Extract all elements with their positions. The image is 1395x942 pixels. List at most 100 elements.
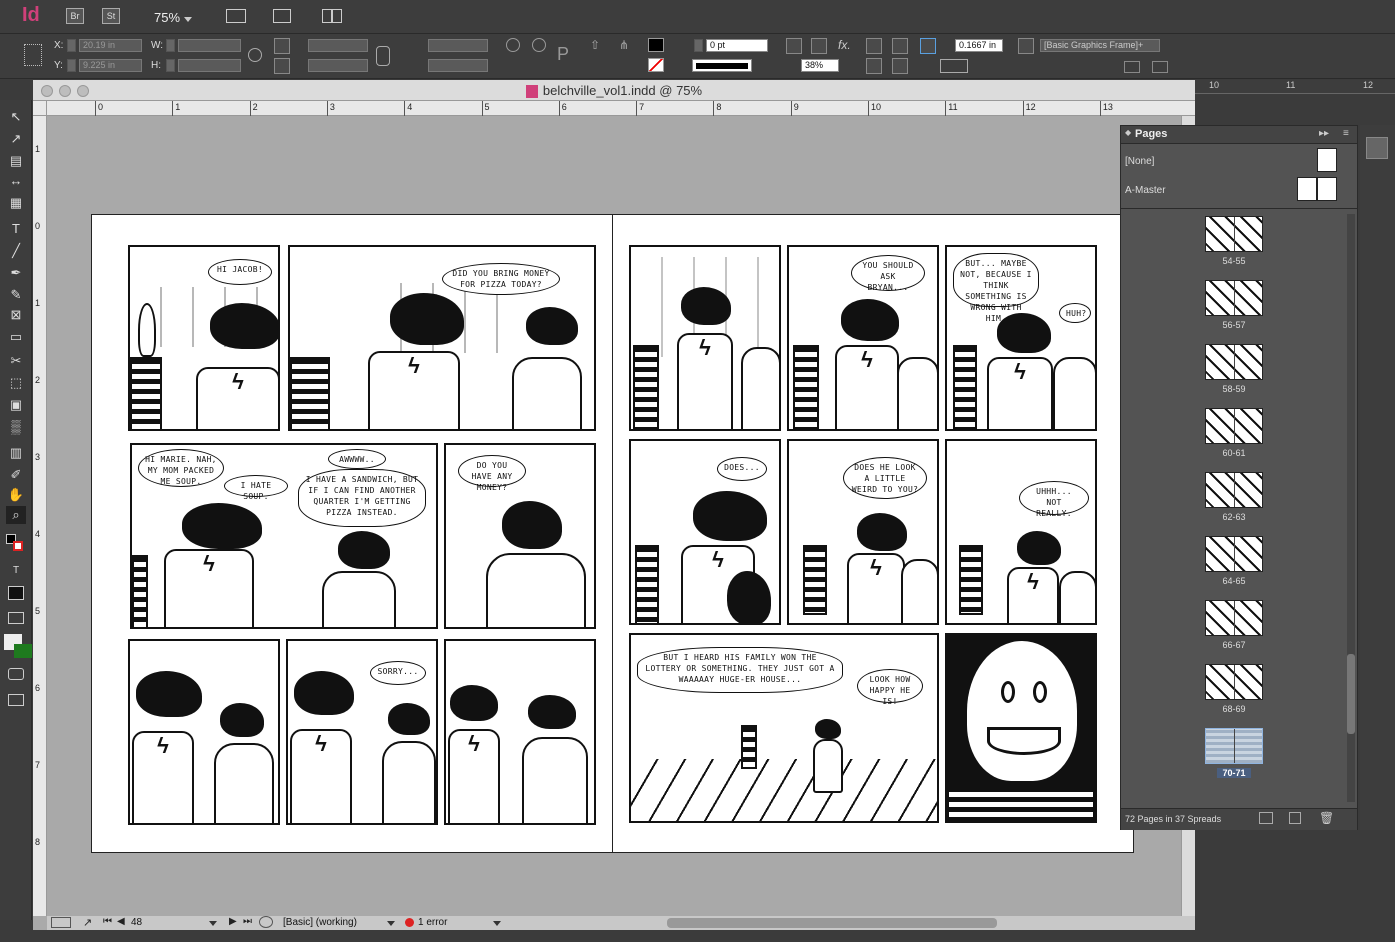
page-tool-icon[interactable]: ▤ [6, 152, 26, 170]
effects-fx-icon[interactable]: fx. [838, 38, 851, 52]
x-field[interactable]: 20.19 in [79, 39, 142, 52]
spread-thumbnail[interactable] [1205, 344, 1263, 380]
zoom-tool-icon[interactable]: ⌕ [6, 506, 26, 524]
edit-page-size-icon[interactable] [1259, 812, 1273, 824]
y-field[interactable]: 9.225 in [79, 59, 142, 72]
object-style-select[interactable]: [Basic Graphics Frame]+ [1040, 39, 1160, 52]
page-select-chevron[interactable] [209, 917, 217, 929]
master-none-thumb[interactable] [1317, 148, 1337, 172]
rotation-field[interactable] [428, 39, 488, 52]
drop-shadow-icon[interactable] [786, 38, 802, 54]
spread-label[interactable]: 58-59 [1205, 384, 1263, 394]
error-count[interactable]: 1 error [418, 917, 447, 928]
gradient-swatch-tool-icon[interactable]: ▣ [6, 396, 26, 414]
note-tool-icon[interactable]: ▥ [6, 444, 26, 462]
preflight-profile[interactable]: [Basic] (working) [283, 917, 357, 928]
select-content-icon[interactable]: ⋔ [619, 38, 633, 52]
type-tool-icon[interactable]: T [6, 220, 26, 238]
ruler-origin[interactable] [33, 101, 47, 116]
y-spinner[interactable] [67, 59, 76, 72]
pages-panel-title[interactable]: Pages [1135, 128, 1167, 140]
rotate-ccw-icon[interactable] [532, 38, 546, 52]
spread-label[interactable]: 60-61 [1205, 448, 1263, 458]
arrange-documents-icon[interactable] [322, 9, 342, 23]
stroke-weight-spinner[interactable] [694, 39, 703, 52]
stroke-swatch[interactable] [648, 58, 664, 72]
new-page-icon[interactable] [1289, 812, 1301, 824]
stroke-type-select[interactable] [692, 59, 752, 72]
spread-label[interactable]: 64-65 [1205, 576, 1263, 586]
panel-menu-icon[interactable] [1152, 61, 1168, 73]
shear-field[interactable] [428, 59, 488, 72]
preflight-profile-chevron[interactable] [387, 917, 395, 929]
spread-label[interactable]: 54-55 [1205, 256, 1263, 266]
spread-thumbnail[interactable] [1205, 536, 1263, 572]
spread-label[interactable]: 62-63 [1205, 512, 1263, 522]
document-status-icon[interactable] [259, 916, 273, 928]
formatting-affects-icon[interactable]: T [6, 562, 26, 580]
master-a-thumb[interactable] [1297, 177, 1337, 201]
spread-thumbnail[interactable] [1205, 280, 1263, 316]
spread-label[interactable]: 70-71 [1217, 768, 1251, 778]
rotate-cw-icon[interactable] [506, 38, 520, 52]
selection-tool-icon[interactable]: ↖ [6, 108, 26, 126]
last-page-button[interactable]: ⏭ [243, 916, 252, 927]
trash-icon[interactable]: 🗑 [1319, 811, 1334, 825]
stroke-green-icon[interactable] [14, 644, 32, 658]
normal-view-icon[interactable] [8, 612, 24, 624]
scale-y-icon[interactable] [274, 58, 290, 74]
preflight-icon[interactable] [51, 917, 71, 928]
stroke-weight-field[interactable]: 0 pt [706, 39, 768, 52]
fill-frame-icon[interactable] [892, 58, 908, 74]
w-spinner[interactable] [166, 39, 175, 52]
constrain-proportions-icon[interactable] [248, 48, 262, 62]
link-icon[interactable] [376, 46, 390, 66]
w-field[interactable] [178, 39, 241, 52]
gap-tool-icon[interactable]: ↔ [6, 172, 26, 190]
text-path-icon[interactable]: P [557, 44, 569, 65]
vertical-ruler[interactable]: 1 0 1 2 3 4 5 6 7 8 [33, 116, 47, 916]
spread-thumbnail[interactable] [1205, 472, 1263, 508]
auto-fit-icon[interactable] [920, 38, 936, 54]
fit-content-icon[interactable] [866, 38, 882, 54]
pages-scroll-thumb[interactable] [1347, 654, 1355, 734]
page-left[interactable]: HI JACOB! ϟ DID YOU BRING MONEY FOR PIZZ… [91, 214, 613, 853]
spread-label[interactable]: 66-67 [1205, 640, 1263, 650]
select-container-icon[interactable]: ⇧ [590, 38, 604, 52]
spread-thumbnail[interactable] [1205, 664, 1263, 700]
screen-mode-icon[interactable] [273, 9, 291, 23]
scale-x-icon[interactable] [274, 38, 290, 54]
spread-thumbnail[interactable] [1205, 728, 1263, 764]
fitting-field[interactable]: 0.1667 in [955, 39, 1003, 52]
pages-scrollbar[interactable] [1347, 214, 1355, 802]
collapse-icon[interactable]: ◆ [1125, 128, 1131, 137]
master-none[interactable]: [None] [1125, 156, 1154, 167]
spread-thumbnail[interactable] [1205, 408, 1263, 444]
opacity-field[interactable]: 38% [801, 59, 839, 72]
previous-page-button[interactable]: ◀ [117, 916, 125, 927]
page-right[interactable]: ϟ YOU SHOULD ASK BRYAN... ϟ BUT... MAYBE… [612, 214, 1134, 853]
bridge-button[interactable]: Br [66, 8, 84, 24]
eyedropper-tool-icon[interactable]: ✐ [6, 466, 26, 484]
rectangle-tool-icon[interactable]: ▭ [6, 328, 26, 346]
x-spinner[interactable] [67, 39, 76, 52]
free-transform-tool-icon[interactable]: ⬚ [6, 374, 26, 392]
view-options-icon[interactable] [226, 9, 246, 23]
stroke-color-icon[interactable] [13, 541, 23, 551]
screen-mode-tool-icon[interactable] [8, 694, 24, 706]
corner-shape-select[interactable] [940, 59, 968, 73]
first-page-button[interactable]: ⏮ [103, 916, 112, 927]
zoom-level-select[interactable]: 75% [154, 10, 192, 25]
share-icon[interactable]: ↗ [83, 916, 92, 929]
hand-tool-icon[interactable]: ✋ [6, 486, 26, 504]
page-number-field[interactable]: 48 [131, 917, 142, 928]
next-page-button[interactable]: ▶ [229, 916, 237, 927]
content-collector-icon[interactable]: ▦ [6, 194, 26, 212]
pen-tool-icon[interactable]: ✒ [6, 264, 26, 282]
fit-frame-icon[interactable] [892, 38, 908, 54]
shadow-icon[interactable] [811, 38, 827, 54]
master-a[interactable]: A-Master [1125, 185, 1166, 196]
spread-thumbnail[interactable] [1205, 216, 1263, 252]
panel-dock-icon[interactable] [1366, 137, 1388, 159]
horizontal-scroll-thumb[interactable] [667, 918, 997, 928]
